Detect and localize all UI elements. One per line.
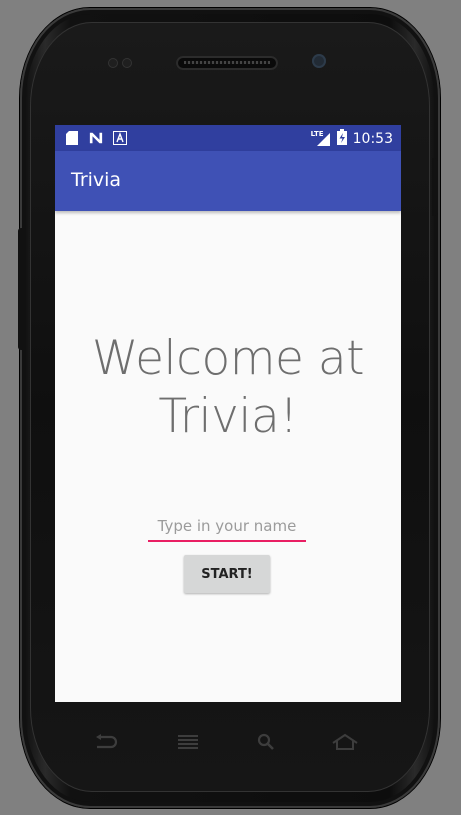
proximity-sensor <box>108 58 118 68</box>
front-camera <box>312 54 326 68</box>
menu-icon <box>178 735 198 749</box>
welcome-heading: Welcome at Trivia! <box>55 330 401 446</box>
battery-charging-icon <box>336 129 347 149</box>
welcome-line-1: Welcome at <box>91 331 365 386</box>
device-screen: LTE 10:53 Trivia Welcome at Trivia! STAR… <box>55 125 401 702</box>
search-icon <box>257 733 274 750</box>
start-button[interactable]: START! <box>184 555 270 593</box>
power-button[interactable] <box>432 158 438 216</box>
name-input[interactable] <box>148 512 306 542</box>
app-title: Trivia <box>71 169 122 191</box>
earpiece-speaker <box>176 56 278 70</box>
home-icon <box>332 733 358 750</box>
sd-card-icon <box>65 131 79 145</box>
menu-button[interactable] <box>176 733 200 751</box>
n-icon <box>89 131 103 145</box>
app-bar: Trivia <box>55 151 401 211</box>
status-bar: LTE 10:53 <box>55 125 401 151</box>
back-icon <box>96 734 118 749</box>
welcome-line-2: Trivia! <box>158 389 298 444</box>
status-time: 10:53 <box>352 131 393 147</box>
search-button[interactable] <box>256 733 278 751</box>
light-sensor <box>122 58 132 68</box>
a-icon <box>113 131 127 145</box>
home-button[interactable] <box>331 733 359 751</box>
lte-signal-icon: LTE <box>311 130 331 147</box>
volume-button[interactable] <box>18 228 24 350</box>
back-button[interactable] <box>93 733 119 751</box>
